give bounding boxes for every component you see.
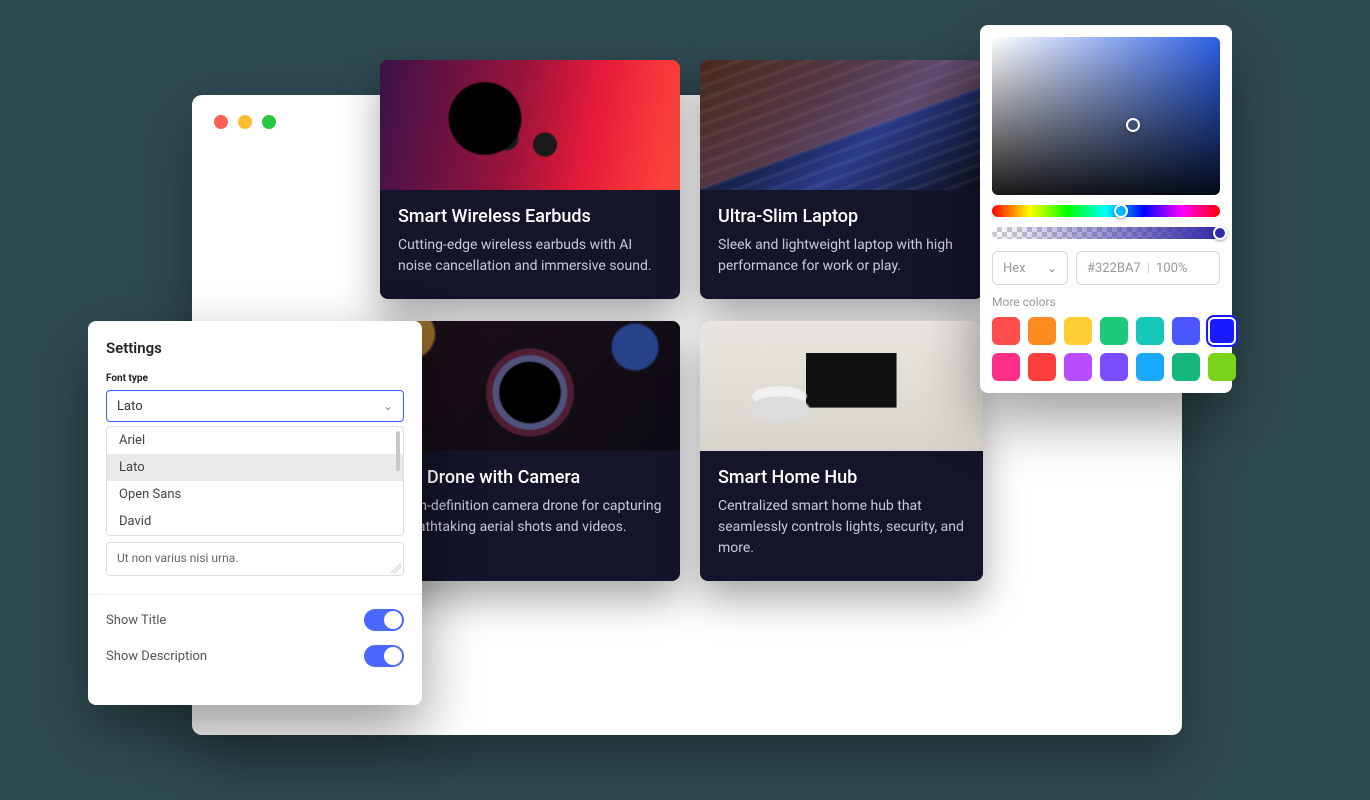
color-swatch[interactable] — [1028, 317, 1056, 345]
window-traffic-lights — [214, 115, 276, 129]
color-swatch[interactable] — [1136, 317, 1164, 345]
close-icon[interactable] — [214, 115, 228, 129]
product-description: Sleek and lightweight laptop with high p… — [718, 235, 965, 277]
product-title: HD Drone with Camera — [398, 467, 662, 488]
product-image — [700, 321, 983, 451]
dropdown-scrollbar[interactable] — [396, 431, 400, 471]
color-format-select[interactable]: Hex ⌄ — [992, 251, 1068, 285]
product-card-body: Smart Wireless Earbuds Cutting-edge wire… — [380, 190, 680, 299]
color-format-value: Hex — [1003, 261, 1026, 276]
color-swatch[interactable] — [1136, 353, 1164, 381]
maximize-icon[interactable] — [262, 115, 276, 129]
more-colors-label: More colors — [992, 295, 1220, 309]
color-swatch[interactable] — [1100, 317, 1128, 345]
textarea-value: Ut non varius nisi urna. — [117, 551, 238, 565]
color-swatch[interactable] — [1028, 353, 1056, 381]
hex-value: #322BA7 — [1087, 261, 1141, 276]
color-swatch[interactable] — [1064, 317, 1092, 345]
product-description: Centralized smart home hub that seamless… — [718, 496, 965, 559]
show-description-row: Show Description — [106, 645, 404, 667]
color-swatch[interactable] — [992, 317, 1020, 345]
show-title-label: Show Title — [106, 613, 166, 628]
color-swatches — [992, 317, 1220, 381]
product-card-body: Smart Home Hub Centralized smart home hu… — [700, 451, 983, 581]
minimize-icon[interactable] — [238, 115, 252, 129]
alpha-slider[interactable] — [992, 227, 1220, 239]
chevron-down-icon: ⌄ — [383, 399, 393, 413]
gradient-cursor-icon[interactable] — [1126, 118, 1140, 132]
product-card-drone[interactable]: HD Drone with Camera High-definition cam… — [380, 321, 680, 581]
font-option-david[interactable]: David — [107, 508, 403, 535]
show-description-label: Show Description — [106, 649, 207, 664]
color-swatch[interactable] — [1064, 353, 1092, 381]
hue-slider-thumb-icon[interactable] — [1114, 204, 1128, 218]
color-value-input[interactable]: #322BA7 | 100% — [1076, 251, 1220, 285]
product-image — [700, 60, 983, 190]
product-image — [380, 60, 680, 190]
color-swatch[interactable] — [1100, 353, 1128, 381]
product-description: High-definition camera drone for capturi… — [398, 496, 662, 538]
font-option-lato[interactable]: Lato — [107, 454, 403, 481]
color-swatch[interactable] — [992, 353, 1020, 381]
font-type-label: Font type — [106, 373, 404, 384]
color-swatch[interactable] — [1172, 317, 1200, 345]
font-type-select[interactable]: Lato ⌄ — [106, 390, 404, 422]
font-type-dropdown: Ariel Lato Open Sans David — [106, 426, 404, 536]
chevron-down-icon: ⌄ — [1047, 261, 1057, 275]
product-description: Cutting-edge wireless earbuds with AI no… — [398, 235, 662, 277]
alpha-slider-thumb-icon[interactable] — [1213, 226, 1227, 240]
resize-handle-icon[interactable] — [391, 563, 401, 573]
description-textarea[interactable]: Ut non varius nisi urna. — [106, 542, 404, 576]
settings-panel: Settings Font type Lato ⌄ Ariel Lato Ope… — [88, 321, 422, 705]
product-card-hub[interactable]: Smart Home Hub Centralized smart home hu… — [700, 321, 983, 581]
product-title: Smart Home Hub — [718, 467, 965, 488]
color-swatch[interactable] — [1208, 317, 1236, 345]
font-option-open-sans[interactable]: Open Sans — [107, 481, 403, 508]
product-title: Smart Wireless Earbuds — [398, 206, 662, 227]
color-swatch[interactable] — [1172, 353, 1200, 381]
show-title-row: Show Title — [106, 609, 404, 631]
product-card-body: Ultra-Slim Laptop Sleek and lightweight … — [700, 190, 983, 299]
settings-title: Settings — [106, 339, 404, 357]
product-card-earbuds[interactable]: Smart Wireless Earbuds Cutting-edge wire… — [380, 60, 680, 299]
color-value-row: Hex ⌄ #322BA7 | 100% — [992, 251, 1220, 285]
show-description-toggle[interactable] — [364, 645, 404, 667]
font-option-ariel[interactable]: Ariel — [107, 427, 403, 454]
show-title-toggle[interactable] — [364, 609, 404, 631]
color-swatch[interactable] — [1208, 353, 1236, 381]
product-card-laptop[interactable]: Ultra-Slim Laptop Sleek and lightweight … — [700, 60, 983, 299]
alpha-value: 100% — [1156, 261, 1187, 276]
product-image — [380, 321, 680, 451]
product-cards-grid: Smart Wireless Earbuds Cutting-edge wire… — [380, 60, 983, 581]
font-type-selected-value: Lato — [117, 399, 143, 414]
product-card-body: HD Drone with Camera High-definition cam… — [380, 451, 680, 560]
divider — [88, 594, 422, 595]
separator: | — [1147, 261, 1150, 276]
color-picker-panel: Hex ⌄ #322BA7 | 100% More colors — [980, 25, 1232, 393]
hue-slider[interactable] — [992, 205, 1220, 217]
color-gradient-area[interactable] — [992, 37, 1220, 195]
product-title: Ultra-Slim Laptop — [718, 206, 965, 227]
